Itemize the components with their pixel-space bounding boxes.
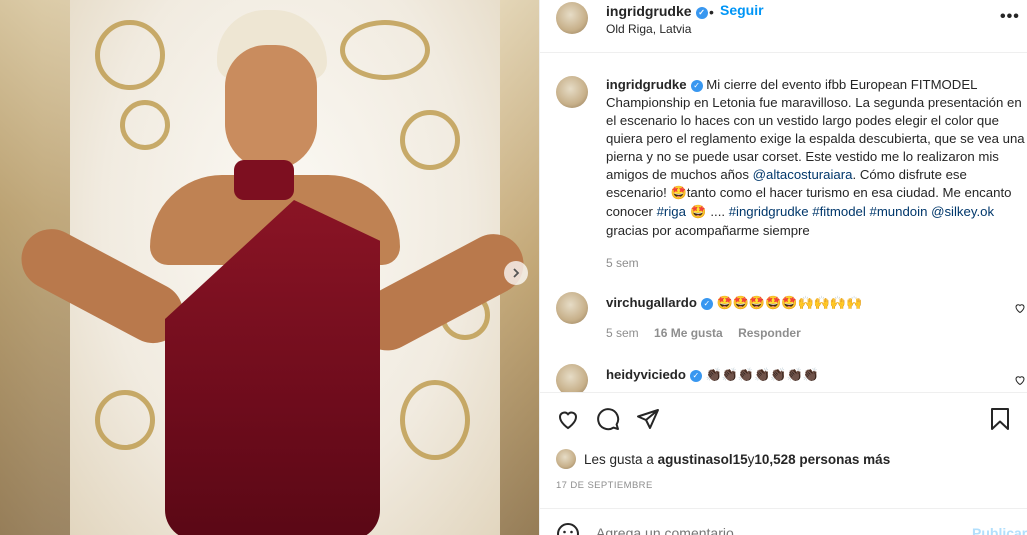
hashtag-link[interactable]: #riga (657, 204, 686, 219)
post-header: ingridgrudke ✓ • Seguir Old Riga, Latvia … (540, 0, 1027, 53)
liker-username[interactable]: agustinasol15 (658, 452, 748, 467)
verified-badge-icon: ✓ (689, 370, 702, 382)
post-photo[interactable] (0, 0, 539, 535)
heart-icon[interactable] (556, 407, 580, 431)
share-icon[interactable] (636, 407, 660, 431)
add-comment-bar: Publicar (540, 508, 1027, 535)
comment-likes[interactable]: 16 Me gusta (654, 326, 723, 340)
comment-time[interactable]: 5 sem (606, 326, 639, 340)
comment-body: 🤩🤩🤩🤩🤩🙌🙌🙌🙌 (716, 296, 863, 311)
username-text[interactable]: ingridgrudke (606, 3, 692, 19)
heart-icon[interactable] (1014, 302, 1026, 314)
more-options-icon[interactable]: ••• (1000, 8, 1020, 26)
comment-text: heidyviciedo ✓ 👏🏿👏🏿👏🏿👏🏿👏🏿👏🏿👏🏿 (606, 366, 1026, 385)
smile-icon[interactable] (556, 522, 580, 535)
figure-face (225, 45, 317, 170)
action-bar (540, 392, 1027, 442)
publish-button[interactable]: Publicar (972, 525, 1027, 535)
hashtag-link[interactable]: #fitmodel (812, 204, 866, 219)
bookmark-icon[interactable] (988, 407, 1012, 431)
comment-text: virchugallardo ✓ 🤩🤩🤩🤩🤩🙌🙌🙌🙌 (606, 294, 1026, 313)
comment-input[interactable] (596, 525, 936, 535)
ornament-scroll (400, 380, 470, 460)
hashtag-link[interactable]: #mundoin (869, 204, 927, 219)
comment-meta: 5 sem 16 Me gusta Responder (606, 326, 813, 340)
avatar[interactable] (556, 449, 576, 469)
hashtag-link[interactable]: #ingridgrudke (729, 204, 809, 219)
mention-link[interactable]: @silkey.ok (931, 204, 994, 219)
ornament-scroll (340, 20, 430, 80)
verified-badge-icon: ✓ (695, 7, 708, 19)
post-date[interactable]: 17 DE SEPTIEMBRE (556, 480, 653, 491)
star-struck-emoji: 🤩 (685, 205, 711, 220)
star-struck-emoji: 🤩 (670, 186, 687, 201)
caption-text-part: .... (710, 204, 729, 219)
follow-button[interactable]: Seguir (720, 2, 764, 18)
caption-meta: 5 sem (606, 256, 651, 270)
post-location[interactable]: Old Riga, Latvia (606, 22, 691, 36)
comments-scroll-area[interactable]: ingridgrudke ✓ Mi cierre del evento ifbb … (540, 54, 1027, 392)
comment-icon[interactable] (596, 407, 620, 431)
avatar[interactable] (556, 76, 588, 108)
avatar[interactable] (556, 292, 588, 324)
chevron-right-icon[interactable] (504, 261, 528, 285)
verified-badge-icon: ✓ (700, 298, 713, 310)
heart-icon[interactable] (1014, 374, 1026, 386)
post-author-username[interactable]: ingridgrudke ✓ (606, 3, 708, 19)
avatar[interactable] (556, 2, 588, 34)
caption-text-part: gracias por acompañarme siempre (606, 223, 810, 238)
ornament-scroll (95, 390, 155, 450)
ornament-scroll (95, 20, 165, 90)
likes-count[interactable]: 10,528 personas más (754, 452, 890, 467)
comment-username[interactable]: virchugallardo (606, 295, 697, 310)
caption-time[interactable]: 5 sem (606, 256, 639, 270)
ornament-scroll (120, 100, 170, 150)
figure-choker (234, 160, 294, 200)
ornament-scroll (400, 110, 460, 170)
likes-summary: Les gusta a agustinasol15 y 10,528 perso… (556, 449, 890, 469)
likes-prefix: Les gusta a (584, 451, 654, 467)
verified-badge-icon: ✓ (690, 80, 703, 92)
avatar[interactable] (556, 364, 588, 392)
comment-body: 👏🏿👏🏿👏🏿👏🏿👏🏿👏🏿👏🏿 (705, 368, 819, 383)
post-details-panel: ingridgrudke ✓ • Seguir Old Riga, Latvia … (539, 0, 1027, 535)
reply-button[interactable]: Responder (738, 326, 801, 340)
caption-text: ingridgrudke ✓ Mi cierre del evento ifbb … (606, 76, 1026, 240)
mention-link[interactable]: @altacosturaiara (753, 167, 853, 182)
caption-username[interactable]: ingridgrudke (606, 77, 687, 92)
likes-middle: y (747, 451, 755, 467)
comment-username[interactable]: heidyviciedo (606, 367, 686, 382)
separator-dot: • (709, 4, 714, 20)
